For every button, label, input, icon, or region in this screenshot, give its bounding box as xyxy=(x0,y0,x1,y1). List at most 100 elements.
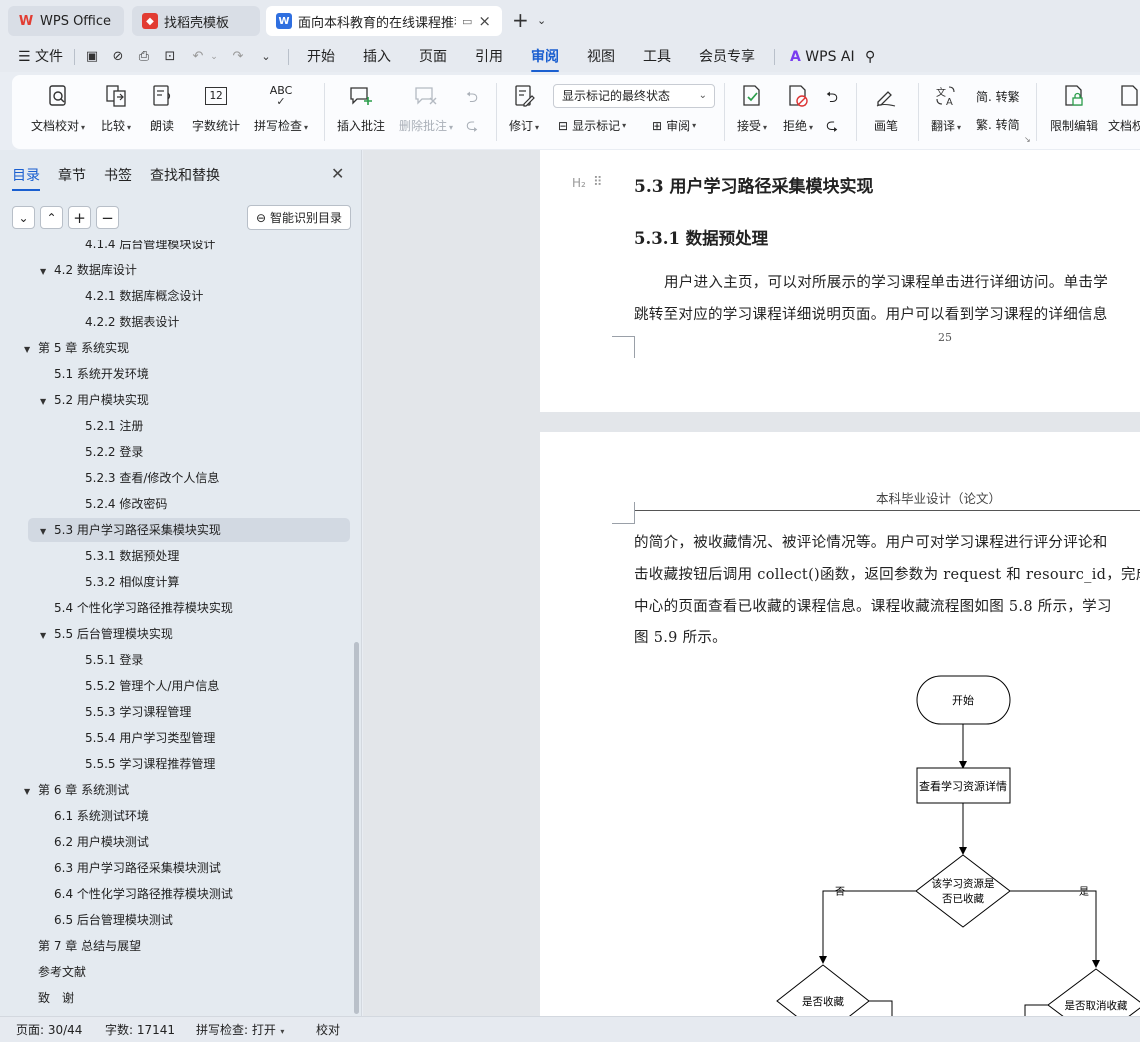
toc-item[interactable]: 6.5 后台管理模块测试 xyxy=(0,908,350,932)
chevron-down-icon[interactable]: ⌄ xyxy=(537,14,546,27)
reject-button[interactable]: 拒绝 ▾ xyxy=(778,81,818,134)
drag-handle-icon[interactable]: ⠿ xyxy=(593,175,603,190)
undo-icon[interactable]: ↶ xyxy=(190,49,206,65)
paragraph-line[interactable]: 击收藏按钮后调用 collect()函数，返回参数为 request 和 res… xyxy=(634,563,1140,584)
toc-item[interactable]: 6.1 系统测试环境 xyxy=(0,804,350,828)
toc-item[interactable]: 5.5.1 登录 xyxy=(0,648,350,672)
add-toc-item-button[interactable]: + xyxy=(68,206,91,229)
next-change-icon[interactable]: ⮎ xyxy=(826,115,838,140)
toc-item[interactable]: 5.2.4 修改密码 xyxy=(0,492,350,516)
toc-item[interactable]: 6.3 用户学习路径采集模块测试 xyxy=(0,856,350,880)
toc-item[interactable]: 5.4 个性化学习路径推荐模块实现 xyxy=(0,596,350,620)
word-count-status[interactable]: 字数: 17141 xyxy=(105,1021,175,1038)
restrict-edit-button[interactable]: 限制编辑 xyxy=(1046,81,1102,134)
print-preview-icon[interactable]: ⊡ xyxy=(162,49,178,65)
toc-item[interactable]: 5.5.5 学习课程推荐管理 xyxy=(0,752,350,776)
collapse-down-button[interactable]: ⌄ xyxy=(12,206,35,229)
spell-check-status[interactable]: 拼写检查: 打开 ▾ xyxy=(196,1021,284,1038)
previous-change-icon[interactable]: ⮌ xyxy=(826,87,838,112)
toc-item[interactable]: 5.2.2 登录 xyxy=(0,440,350,464)
paragraph-line[interactable]: 中心的页面查看已收藏的课程信息。课程收藏流程图如图 5.8 所示，学习 xyxy=(634,595,1112,616)
wps-ai-button[interactable]: A WPS AI xyxy=(790,46,855,68)
toc-item[interactable]: ▼ 第 6 章 系统测试 xyxy=(0,778,350,802)
toc-item[interactable]: 6.4 个性化学习路径推荐模块测试 xyxy=(0,882,350,906)
menu-insert[interactable]: 插入 xyxy=(363,46,391,68)
toc-item[interactable]: ▼ 5.5 后台管理模块实现 xyxy=(0,622,350,646)
section-heading[interactable]: 5.3 用户学习路径采集模块实现 xyxy=(634,172,874,197)
menu-review[interactable]: 审阅 xyxy=(531,46,559,72)
page-indicator[interactable]: 页面: 30/44 xyxy=(16,1021,82,1038)
spell-check-button[interactable]: ABC ✓ 拼写检查 ▾ xyxy=(250,81,312,134)
toc-item[interactable]: 第 7 章 总结与展望 xyxy=(0,934,350,958)
markup-display-select[interactable]: 显示标记的最终状态 ⌄ xyxy=(553,84,715,108)
toc-item[interactable]: ▼ 5.2 用户模块实现 xyxy=(0,388,350,412)
tab-find-replace[interactable]: 查找和替换 xyxy=(150,165,220,185)
pen-button[interactable]: 画笔 xyxy=(868,81,904,134)
caret-down-icon[interactable]: ▼ xyxy=(40,390,54,414)
tab-bookmarks[interactable]: 书签 xyxy=(104,165,132,185)
next-comment-icon[interactable]: ⮎ xyxy=(466,115,478,140)
toc-item[interactable]: 5.2.1 注册 xyxy=(0,414,350,438)
toc-item[interactable]: 4.2.1 数据库概念设计 xyxy=(0,284,350,308)
paragraph-line[interactable]: 的简介，被收藏情况、被评论情况等。用户可对学习课程进行评分评论和 xyxy=(634,531,1108,552)
paragraph-line[interactable]: 图 5.9 所示。 xyxy=(634,626,727,647)
caret-down-icon[interactable]: ▼ xyxy=(40,260,54,284)
new-tab-button[interactable]: + xyxy=(512,10,529,30)
tab-chapters[interactable]: 章节 xyxy=(58,165,86,185)
proofread-status[interactable]: 校对 xyxy=(316,1021,340,1038)
translate-button[interactable]: 文A 翻译 ▾ xyxy=(926,81,966,134)
track-changes-button[interactable]: 修订 ▾ xyxy=(504,81,544,134)
tab-wps-office[interactable]: W WPS Office xyxy=(8,6,124,36)
toc-item[interactable]: 5.5.3 学习课程管理 xyxy=(0,700,350,724)
collapse-up-button[interactable]: ⌃ xyxy=(40,206,63,229)
toc-item[interactable]: 5.3.1 数据预处理 xyxy=(0,544,350,568)
previous-comment-icon[interactable]: ⮌ xyxy=(466,87,478,112)
insert-comment-button[interactable]: 插入批注 xyxy=(334,81,388,134)
scrollbar[interactable] xyxy=(354,642,359,1014)
read-aloud-button[interactable]: 朗读 xyxy=(144,81,180,134)
caret-down-icon[interactable]: ▼ xyxy=(24,338,38,362)
toc-item[interactable]: 5.3.2 相似度计算 xyxy=(0,570,350,594)
doc-check-button[interactable]: 文档校对 ▾ xyxy=(26,81,90,134)
menu-member[interactable]: 会员专享 xyxy=(699,46,755,68)
close-icon[interactable]: ✕ xyxy=(331,164,344,183)
save-icon[interactable]: ▣ xyxy=(84,49,100,65)
review-pane-button[interactable]: ⊞ 审阅 ▾ xyxy=(652,117,696,134)
to-traditional-button[interactable]: 简. 转繁 xyxy=(976,88,1020,105)
accept-button[interactable]: 接受 ▾ xyxy=(732,81,772,134)
toc-item[interactable]: ▼ 5.3 用户学习路径采集模块实现 xyxy=(28,518,350,542)
redo-icon[interactable]: ↷ xyxy=(230,49,246,65)
paragraph-line[interactable]: 跳转至对应的学习课程详细说明页面。用户可以看到学习课程的详细信息 xyxy=(634,303,1108,324)
file-menu[interactable]: ☰ 文件 xyxy=(18,46,63,68)
subsection-heading[interactable]: 5.3.1 数据预处理 xyxy=(634,225,768,249)
close-icon[interactable]: × xyxy=(478,12,491,30)
caret-down-icon[interactable]: ▼ xyxy=(40,520,54,544)
toc-item[interactable]: 5.5.2 管理个人/用户信息 xyxy=(0,674,350,698)
menu-view[interactable]: 视图 xyxy=(587,46,615,68)
dialog-launcher-icon[interactable]: ↘ xyxy=(1024,135,1031,144)
undo-dropdown-icon[interactable]: ⌄ xyxy=(206,49,222,65)
print-icon[interactable]: ⎙ xyxy=(136,49,152,65)
tab-document[interactable]: W 面向本科教育的在线课程推荐 ▭ × xyxy=(266,6,502,36)
chevron-down-icon[interactable]: ⌄ xyxy=(258,49,274,65)
toc-item[interactable]: 6.2 用户模块测试 xyxy=(0,830,350,854)
link-icon[interactable]: ⊘ xyxy=(110,49,126,65)
tab-toc[interactable]: 目录 xyxy=(12,165,40,191)
smart-toc-button[interactable]: ⊖ 智能识别目录 xyxy=(247,205,351,230)
toc-item[interactable]: 4.1.4 后台管理模块设计 xyxy=(0,240,350,256)
caret-down-icon[interactable]: ▼ xyxy=(40,624,54,648)
caret-down-icon[interactable]: ▼ xyxy=(24,780,38,804)
toc-item[interactable]: 4.2.2 数据表设计 xyxy=(0,310,350,334)
toc-item[interactable]: 5.1 系统开发环境 xyxy=(0,362,350,386)
remove-toc-item-button[interactable]: − xyxy=(96,206,119,229)
paragraph-line[interactable]: 用户进入主页，可以对所展示的学习课程单击进行详细访问。单击学 xyxy=(664,271,1108,292)
doc-permission-button[interactable]: 文档权 xyxy=(1108,81,1140,134)
word-count-button[interactable]: 12 字数统计 xyxy=(188,81,244,134)
toc-item[interactable]: ▼ 第 5 章 系统实现 xyxy=(0,336,350,360)
toc-item[interactable]: 5.2.3 查看/修改个人信息 xyxy=(0,466,350,490)
compare-button[interactable]: 比较 ▾ xyxy=(96,81,136,134)
menu-page[interactable]: 页面 xyxy=(419,46,447,68)
tab-docer[interactable]: ◆ 找稻壳模板 xyxy=(132,6,260,36)
toc-item[interactable]: 致 谢 xyxy=(0,986,350,1010)
toc-item[interactable]: 5.5.4 用户学习类型管理 xyxy=(0,726,350,750)
